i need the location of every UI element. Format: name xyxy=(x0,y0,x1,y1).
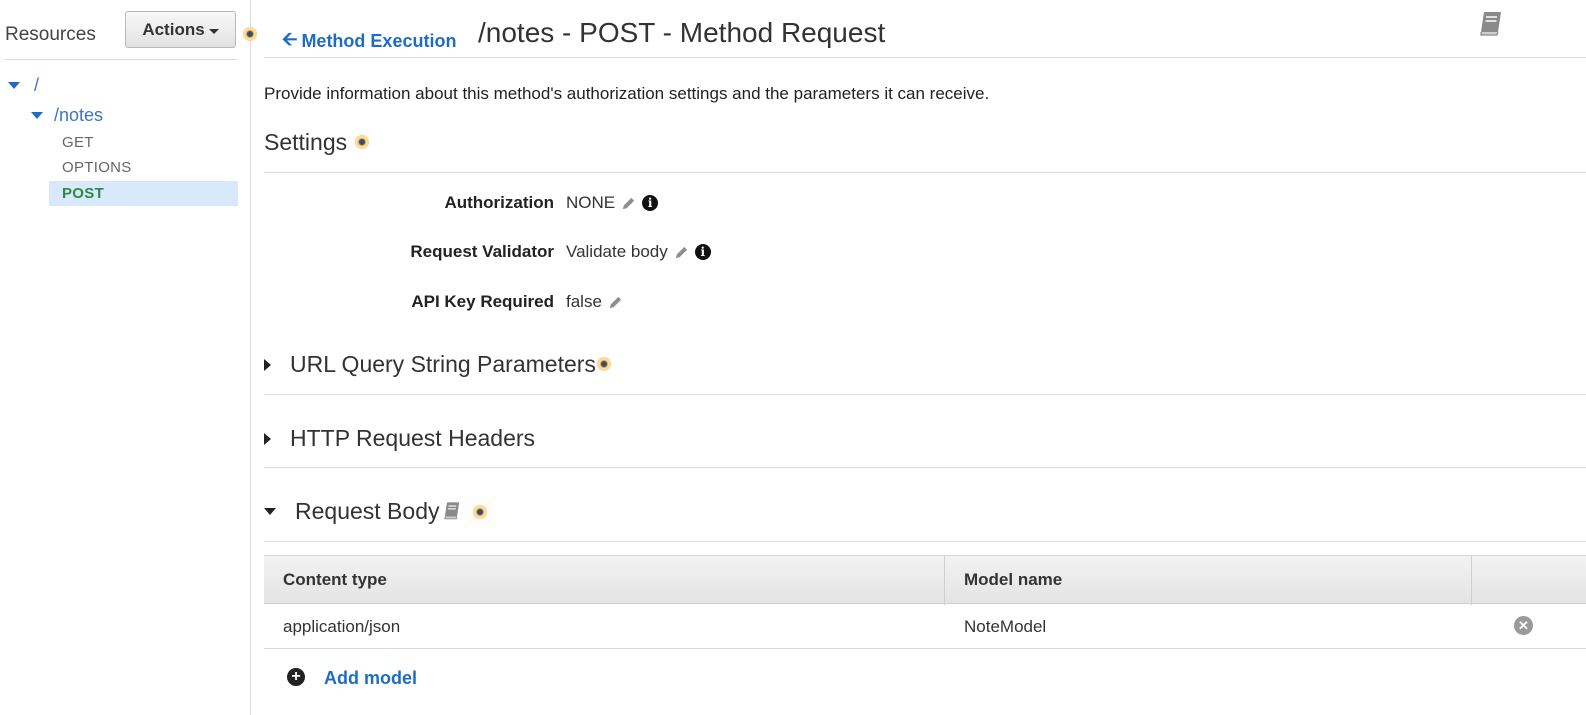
tree-notes-label: /notes xyxy=(54,105,104,125)
description-text: Provide information about this method's … xyxy=(264,84,990,103)
method-get[interactable]: GET xyxy=(62,134,94,151)
request-body-title: Request Body xyxy=(295,498,440,524)
info-icon[interactable] xyxy=(597,357,611,371)
http-request-headers-section[interactable]: HTTP Request Headers xyxy=(264,425,535,452)
tree-item-root[interactable]: / xyxy=(8,75,39,96)
column-header-model-name: Model name xyxy=(964,570,1063,589)
request-validator-label: Request Validator xyxy=(410,242,554,261)
authorization-label: Authorization xyxy=(444,193,554,212)
actions-label: Actions xyxy=(142,19,205,39)
chevron-down-icon xyxy=(208,28,219,34)
divider xyxy=(264,467,1586,468)
request-body-section[interactable]: Request Body xyxy=(264,498,439,525)
method-post[interactable]: POST xyxy=(62,185,104,202)
column-header-content-type: Content type xyxy=(283,570,387,589)
model-name-cell: NoteModel xyxy=(964,617,1047,636)
caret-right-icon xyxy=(264,432,271,445)
authorization-setting: NONE i xyxy=(566,193,659,213)
pencil-icon[interactable] xyxy=(674,245,689,260)
plus-circle-icon[interactable]: + xyxy=(287,668,305,686)
divider xyxy=(264,541,1586,542)
info-circle-icon[interactable]: i xyxy=(642,195,659,211)
remove-circle-icon[interactable]: ✕ xyxy=(1514,616,1533,635)
url-query-params-title: URL Query String Parameters xyxy=(290,351,596,377)
actions-button[interactable]: Actions xyxy=(125,11,236,48)
caret-right-icon xyxy=(264,358,271,371)
arrow-left-icon: 🡨 xyxy=(282,29,298,50)
column-divider xyxy=(944,556,945,605)
pencil-icon[interactable] xyxy=(621,196,636,211)
info-icon[interactable] xyxy=(473,505,487,519)
caret-down-icon xyxy=(264,508,276,515)
divider xyxy=(264,172,1586,173)
tree-root-label: / xyxy=(34,75,40,95)
api-key-required-label: API Key Required xyxy=(411,292,554,311)
pencil-icon[interactable] xyxy=(608,295,623,310)
column-divider xyxy=(1471,556,1472,605)
api-key-required-setting: false xyxy=(566,292,623,312)
request-validator-setting: Validate body i xyxy=(566,242,711,262)
caret-down-icon[interactable] xyxy=(31,112,43,119)
authorization-value: NONE xyxy=(566,193,616,212)
add-model-link[interactable]: Add model xyxy=(324,668,417,689)
divider xyxy=(4,59,237,60)
book-icon[interactable] xyxy=(442,501,462,521)
divider xyxy=(264,648,1586,649)
book-icon[interactable] xyxy=(1478,10,1504,38)
info-circle-icon[interactable]: i xyxy=(694,244,711,260)
settings-title: Settings xyxy=(264,129,348,155)
http-request-headers-title: HTTP Request Headers xyxy=(290,425,536,451)
caret-down-icon[interactable] xyxy=(8,82,20,89)
url-query-params-section[interactable]: URL Query String Parameters xyxy=(264,351,596,378)
content-type-cell: application/json xyxy=(283,617,401,636)
api-key-required-value: false xyxy=(566,292,602,311)
divider xyxy=(264,394,1586,395)
back-link-label: Method Execution xyxy=(301,30,457,51)
info-icon[interactable] xyxy=(243,27,257,41)
info-icon[interactable] xyxy=(355,135,369,149)
tree-item-notes[interactable]: /notes xyxy=(31,105,103,126)
resources-title: Resources xyxy=(5,24,96,45)
request-validator-value: Validate body xyxy=(566,242,668,261)
divider xyxy=(264,57,1586,58)
page-title: /notes - POST - Method Request xyxy=(478,17,886,48)
table-header: Content type Model name xyxy=(264,555,1586,605)
method-execution-link[interactable]: 🡨 Method Execution xyxy=(282,25,456,57)
method-options[interactable]: OPTIONS xyxy=(62,159,132,176)
